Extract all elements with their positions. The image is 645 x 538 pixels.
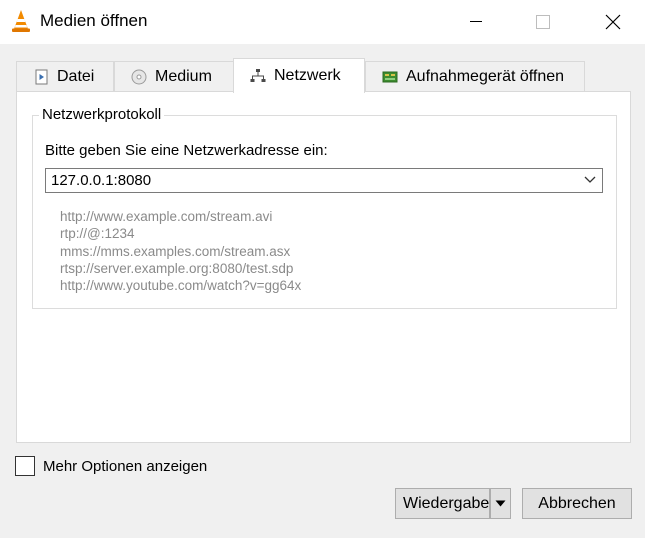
file-play-icon [35,69,48,85]
tab-aufnahmegeraet[interactable]: Aufnahmegerät öffnen [365,61,585,92]
more-options-row[interactable]: Mehr Optionen anzeigen [15,456,207,476]
play-options-dropdown-button[interactable] [490,488,511,519]
example-line: http://www.example.com/stream.avi [60,209,273,224]
caret-down-icon [495,500,506,507]
tab-aufnahmegeraet-label: Aufnahmegerät öffnen [406,68,565,85]
network-icon [250,69,266,82]
maximize-icon [536,15,550,29]
tab-medium-label: Medium [155,68,212,85]
close-icon [605,14,621,30]
tab-netzwerk[interactable]: Netzwerk [233,58,365,93]
maximize-button[interactable] [520,0,566,44]
example-line: mms://mms.examples.com/stream.asx [60,243,291,259]
tab-datei-label: Datei [57,68,95,85]
network-protocol-group: Netzwerkprotokoll Bitte geben Sie eine N… [32,106,617,309]
close-button[interactable] [590,0,636,44]
minimize-button[interactable] [453,0,499,44]
example-line: rtsp://server.example.org:8080/test.sdp [60,260,294,276]
vlc-cone-icon [12,10,30,32]
network-address-value[interactable]: 127.0.0.1:8080 [51,172,151,189]
minimize-icon [470,21,482,22]
more-options-label[interactable]: Mehr Optionen anzeigen [43,458,207,475]
tab-netzwerk-label: Netzwerk [274,67,341,84]
network-address-combobox[interactable]: 127.0.0.1:8080 [45,168,603,193]
tab-medium[interactable]: Medium [114,61,234,92]
cancel-button[interactable]: Abbrechen [522,488,632,519]
window-title: Medien öffnen [40,11,148,30]
tab-bar: Datei Medium Netzwerk Aufnahmegerät öffn… [16,58,585,93]
tab-datei[interactable]: Datei [16,61,114,92]
more-options-checkbox[interactable] [15,456,35,476]
group-title: Netzwerkprotokoll [39,106,165,123]
address-examples: http://www.example.com/stream.avi rtp://… [60,208,301,294]
title-bar: Medien öffnen [0,0,645,44]
address-prompt: Bitte geben Sie eine Netzwerkadresse ein… [45,142,328,159]
capture-card-icon [382,71,398,83]
example-line: rtp://@:1234 [60,226,135,242]
chevron-down-icon[interactable] [584,176,596,184]
disc-icon [131,69,147,85]
play-button[interactable]: Wiedergabe [395,488,490,519]
example-line: http://www.youtube.com/watch?v=gg64x [60,278,302,294]
network-panel: Netzwerkprotokoll Bitte geben Sie eine N… [16,91,631,443]
cancel-button-label: Abbrechen [538,494,616,512]
play-button-label: Wiedergabe [403,494,490,512]
